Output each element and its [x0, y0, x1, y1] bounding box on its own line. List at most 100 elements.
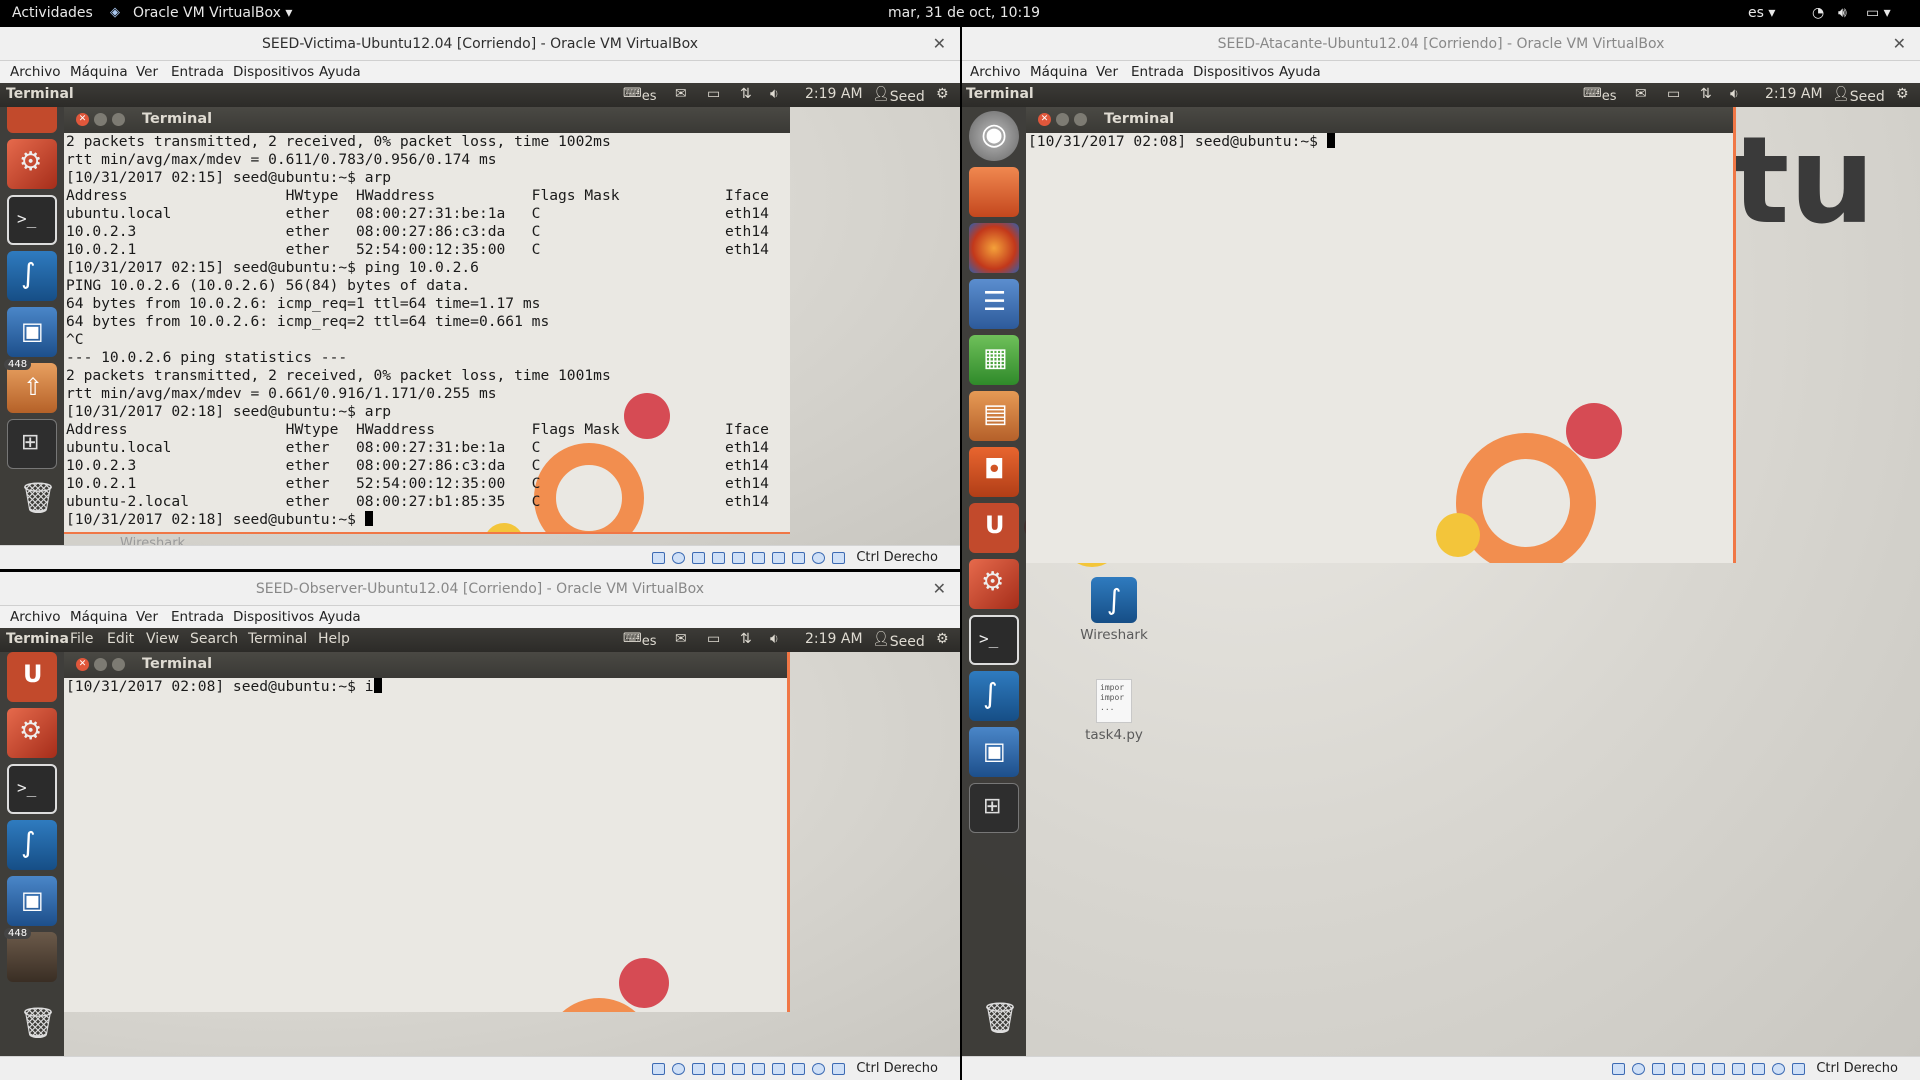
video-capture-icon[interactable] — [792, 1063, 805, 1075]
terminal-maximize-button[interactable] — [1074, 113, 1087, 126]
software-center-icon[interactable]: ◘ — [969, 447, 1019, 497]
terminal-launcher-icon[interactable]: >_ — [7, 764, 57, 814]
wireshark-launcher-icon[interactable]: ∫ — [7, 251, 57, 301]
audio-icon[interactable] — [692, 1063, 705, 1075]
terminal-body[interactable]: 2 packets transmitted, 2 received, 0% pa… — [64, 133, 790, 532]
ubuntu-one-icon[interactable]: U — [7, 652, 57, 702]
terminal-minimize-button[interactable] — [1056, 113, 1069, 126]
audio-icon[interactable] — [1652, 1063, 1665, 1075]
menu-terminal[interactable]: Terminal — [248, 631, 307, 647]
terminal-close-button[interactable]: ✕ — [76, 658, 89, 671]
system-settings-icon[interactable]: ⚙ — [969, 559, 1019, 609]
terminal-launcher-icon[interactable]: >_ — [969, 615, 1019, 665]
network-adapter-icon[interactable] — [712, 552, 725, 564]
files-icon[interactable] — [969, 167, 1019, 217]
hard-disk-icon[interactable] — [652, 1063, 665, 1075]
desktop-icon-task4[interactable]: impor impor ... task4.py — [1072, 679, 1156, 743]
trash-icon[interactable]: 🗑︎ — [969, 995, 1019, 1045]
menu-ayuda[interactable]: Ayuda — [319, 64, 361, 80]
close-button[interactable]: ✕ — [933, 572, 946, 606]
mail-icon[interactable]: ✉ — [675, 86, 687, 102]
keyboard-indicator[interactable]: ⌨ es — [1583, 86, 1617, 104]
guest-screen[interactable]: Terminal ⌨ es ✉ ▭ ⇅ 🔉︎ 2:19 AM 👤︎ Seed ⚙… — [0, 83, 960, 545]
shared-folders-icon[interactable] — [1712, 1063, 1725, 1075]
menu-edit[interactable]: Edit — [107, 631, 134, 647]
menu-ayuda[interactable]: Ayuda — [1279, 64, 1321, 80]
network-adapter-icon[interactable] — [712, 1063, 725, 1075]
trash-icon[interactable]: 🗑︎ — [7, 475, 57, 525]
virtualization-icon[interactable] — [812, 552, 825, 564]
keyboard-indicator[interactable]: ⌨ es — [623, 86, 657, 104]
terminal-maximize-button[interactable] — [112, 658, 125, 671]
activities-button[interactable]: Actividades — [12, 5, 93, 21]
mail-icon[interactable]: ✉ — [1635, 86, 1647, 102]
volume-icon[interactable]: 🔊︎ — [1838, 5, 1847, 21]
menu-maquina[interactable]: Máquina — [70, 609, 128, 625]
network-icon[interactable]: ⇅ — [1700, 86, 1712, 102]
menu-dispositivos[interactable]: Dispositivos — [233, 609, 314, 625]
libreoffice-calc-icon[interactable]: ▦ — [969, 335, 1019, 385]
menu-archivo[interactable]: Archivo — [970, 64, 1020, 80]
menu-maquina[interactable]: Máquina — [1030, 64, 1088, 80]
menu-search[interactable]: Search — [190, 631, 238, 647]
desktop-icon-wireshark[interactable]: ∫ Wireshark — [1072, 577, 1156, 643]
display-icon[interactable] — [772, 552, 785, 564]
workspace-switcher-icon[interactable]: ⊞ — [969, 783, 1019, 833]
sound-icon[interactable]: 🔉︎ — [770, 631, 779, 647]
sound-icon[interactable]: 🔉︎ — [1730, 86, 1739, 102]
display-icon[interactable] — [1732, 1063, 1745, 1075]
language-indicator[interactable]: es ▾ — [1748, 5, 1775, 21]
battery-icon[interactable]: ▭ — [707, 631, 720, 647]
sound-icon[interactable]: 🔉︎ — [770, 86, 779, 102]
mouse-integration-icon[interactable] — [832, 1063, 845, 1075]
hard-disk-icon[interactable] — [1612, 1063, 1625, 1075]
menu-entrada[interactable]: Entrada — [171, 64, 224, 80]
menu-view[interactable]: View — [146, 631, 179, 647]
battery-icon[interactable]: ▭ ▾ — [1866, 5, 1891, 21]
network-adapter-icon[interactable] — [1672, 1063, 1685, 1075]
menu-archivo[interactable]: Archivo — [10, 64, 60, 80]
trash-icon[interactable]: 🗑︎ — [7, 1000, 57, 1050]
usb-icon[interactable] — [732, 1063, 745, 1075]
guest-screen[interactable]: Termina File Edit View Search Terminal H… — [0, 628, 960, 1056]
desktop-icon-label-wireshark[interactable]: Wireshark — [120, 536, 185, 545]
menu-entrada[interactable]: Entrada — [1131, 64, 1184, 80]
update-manager-icon[interactable]: ⇧ — [7, 363, 57, 413]
panel-clock[interactable]: 2:19 AM — [805, 86, 863, 102]
clock[interactable]: mar, 31 de oct, 10:19 — [888, 5, 1040, 21]
terminal-minimize-button[interactable] — [94, 113, 107, 126]
screenshot-launcher-icon[interactable]: ▣ — [969, 727, 1019, 777]
settings-gear-icon[interactable]: ⚙ — [1896, 86, 1909, 102]
guest-screen[interactable]: Terminal ⌨ es ✉ ▭ ⇅ 🔉︎ 2:19 AM 👤︎ Seed ⚙… — [962, 83, 1920, 1056]
menu-ver[interactable]: Ver — [1096, 64, 1118, 80]
menu-ver[interactable]: Ver — [136, 609, 158, 625]
virtualization-icon[interactable] — [1772, 1063, 1785, 1075]
menu-maquina[interactable]: Máquina — [70, 64, 128, 80]
dash-home-icon[interactable]: ◉ — [969, 111, 1019, 161]
wifi-icon[interactable]: ◔ — [1812, 5, 1824, 21]
network-icon[interactable]: ⇅ — [740, 86, 752, 102]
workspace-switcher-icon[interactable]: ⊞ — [7, 419, 57, 469]
screenshot-launcher-icon[interactable]: ▣ — [7, 307, 57, 357]
system-settings-icon[interactable]: ⚙ — [7, 139, 57, 189]
usb-icon[interactable] — [1692, 1063, 1705, 1075]
menu-help[interactable]: Help — [318, 631, 350, 647]
network-icon[interactable]: ⇅ — [740, 631, 752, 647]
virtualization-icon[interactable] — [812, 1063, 825, 1075]
mouse-integration-icon[interactable] — [832, 552, 845, 564]
settings-gear-icon[interactable]: ⚙ — [936, 631, 949, 647]
system-settings-icon[interactable]: ⚙ — [7, 708, 57, 758]
settings-gear-icon[interactable]: ⚙ — [936, 86, 949, 102]
battery-icon[interactable]: ▭ — [1667, 86, 1680, 102]
hard-disk-icon[interactable] — [652, 552, 665, 564]
panel-clock[interactable]: 2:19 AM — [805, 631, 863, 647]
wireshark-launcher-icon[interactable]: ∫ — [7, 820, 57, 870]
panel-clock[interactable]: 2:19 AM — [1765, 86, 1823, 102]
menu-dispositivos[interactable]: Dispositivos — [233, 64, 314, 80]
terminal-minimize-button[interactable] — [94, 658, 107, 671]
terminal-close-button[interactable]: ✕ — [76, 113, 89, 126]
optical-drive-icon[interactable] — [672, 552, 685, 564]
app-menu-button[interactable]: Oracle VM VirtualBox ▾ — [133, 5, 292, 21]
menu-file[interactable]: File — [70, 631, 93, 647]
terminal-maximize-button[interactable] — [112, 113, 125, 126]
